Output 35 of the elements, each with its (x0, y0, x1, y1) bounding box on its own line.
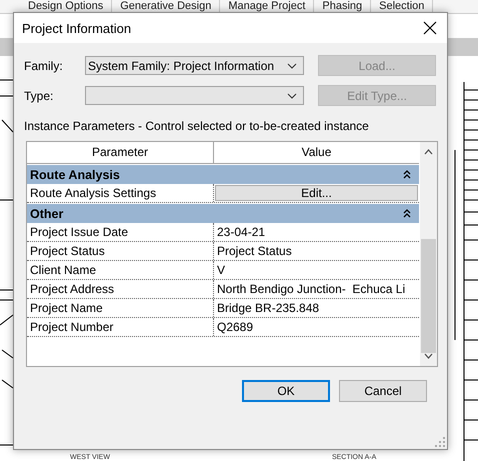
parameter-cell: Project Number (27, 318, 214, 336)
group-header[interactable]: Route Analysis (27, 164, 419, 184)
field-label: Family: (24, 58, 64, 72)
edit-button[interactable]: Edit... (215, 185, 418, 201)
collapse-icon[interactable] (403, 170, 411, 179)
scrollbar-thumb[interactable] (421, 239, 436, 353)
parameter-cell: Client Name (27, 261, 214, 279)
cancel-button[interactable]: Cancel (339, 380, 427, 402)
resize-grip-icon[interactable] (435, 437, 445, 447)
group-header[interactable]: Other (27, 203, 419, 223)
scrollbar[interactable] (419, 142, 437, 366)
value-cell[interactable]: V (214, 261, 419, 279)
value-cell[interactable]: 23-04-21 (214, 223, 419, 241)
close-icon[interactable] (423, 21, 437, 35)
ok-button[interactable]: OK (242, 380, 330, 402)
family-dropdown[interactable]: System Family: Project Information (85, 56, 304, 75)
column-header: Value (300, 144, 332, 161)
parameter-cell: Project Address (27, 280, 214, 298)
section-caption: Instance Parameters - Control selected or to-be-created instance (24, 118, 370, 135)
scroll-up-icon[interactable] (424, 149, 433, 155)
parameter-cell: Project Issue Date (27, 223, 214, 241)
column-header: Parameter (27, 142, 214, 163)
parameter-cell: Route Analysis Settings (27, 184, 214, 202)
value-cell[interactable]: Q2689 (214, 318, 419, 336)
value-cell[interactable]: Bridge BR-235.848 (214, 299, 419, 317)
value-cell[interactable]: North Bendigo Junction- Echuca Li (214, 280, 419, 298)
window-title: Project Information (22, 20, 132, 36)
scroll-down-icon[interactable] (424, 353, 433, 359)
parameter-cell: Project Status (27, 242, 214, 260)
parameter-cell: Project Name (27, 299, 214, 317)
chevron-down-icon (287, 92, 297, 98)
collapse-icon[interactable] (403, 209, 411, 218)
chevron-down-icon (287, 62, 297, 68)
value-cell[interactable]: Project Status (214, 242, 419, 260)
field-label: Type: (24, 88, 54, 102)
